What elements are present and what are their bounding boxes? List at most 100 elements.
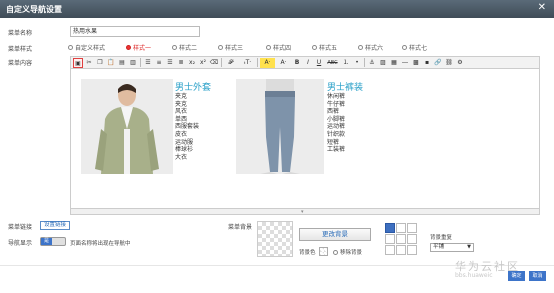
nav-display-toggle[interactable]: 是 [40,237,66,246]
toolbar-divider [140,58,141,67]
link-icon[interactable]: 🔗 [433,58,443,68]
underline-icon[interactable]: U [314,58,324,68]
copy-icon[interactable]: ❐ [95,58,105,68]
bg-position-grid [385,223,418,256]
list-item[interactable]: 大衣 [175,154,199,162]
align-center-icon[interactable]: ≡ [154,58,164,68]
map-icon[interactable]: ▩ [411,58,421,68]
list-item[interactable]: 棒球衫 [175,146,199,154]
image-icon[interactable]: ▨ [378,58,388,68]
style-option[interactable]: 样式六 [358,43,383,52]
list-item[interactable]: 休闲裤 [327,93,345,101]
source-icon[interactable]: ▣ [73,57,83,68]
remove-bg-radio[interactable] [333,249,338,255]
style-option-label: 样式五 [319,45,338,52]
style-option[interactable]: 自定义样式 [68,43,105,52]
anchor-icon[interactable]: ⚓ [367,58,377,68]
menu-content-label: 菜单内容 [8,60,33,67]
bg-repeat-select[interactable]: 平铺 ▼ [430,243,474,252]
superscript-icon[interactable]: x² [198,58,208,68]
style-radio[interactable] [266,45,271,50]
unordered-list-icon[interactable]: • [352,58,362,68]
unlink-icon[interactable]: ⛓ [444,58,454,68]
bg-color-icon[interactable]: A· [260,57,275,68]
bg-position-cell[interactable] [407,245,417,255]
ok-button[interactable]: 确定 [508,271,525,281]
bg-position-cell[interactable] [396,245,406,255]
style-radio[interactable] [312,45,317,50]
subscript-icon[interactable]: x₂ [187,58,197,68]
menu-name-input[interactable]: 热用水果 [70,26,200,37]
close-icon[interactable]: ✕ [538,2,546,13]
list-item[interactable]: 针织款 [327,131,345,139]
paste-text-icon[interactable]: ▤ [117,58,127,68]
list-item[interactable]: 西裤 [327,108,345,116]
bg-position-cell[interactable] [385,223,395,233]
style-radio[interactable] [68,45,73,50]
bg-position-cell[interactable] [385,245,395,255]
list-item[interactable]: 工装裤 [327,146,345,154]
ordered-list-icon[interactable]: ⒈ [341,58,351,68]
bg-position-cell[interactable] [385,234,395,244]
style-radio[interactable] [126,45,131,50]
style-radio[interactable] [218,45,223,50]
style-option[interactable]: 样式七 [402,43,427,52]
paste-icon[interactable]: 📋 [106,58,116,68]
strikethrough-icon[interactable]: ABC [325,58,340,68]
list-item[interactable]: 风衣 [175,108,199,116]
cut-icon[interactable]: ✂ [84,58,94,68]
list-item[interactable]: 夹克 [175,93,199,101]
change-bg-button[interactable]: 更改背景 [299,228,371,241]
style-option[interactable]: 样式三 [218,43,243,52]
set-link-button[interactable]: 设置链接 [40,221,70,230]
list-item[interactable]: 运动裤 [327,123,345,131]
font-size-icon[interactable]: ₜT· [240,58,255,68]
style-radio[interactable] [358,45,363,50]
style-option-label: 样式三 [225,45,244,52]
resize-grip-icon[interactable]: ▾ [301,209,304,215]
hr-icon[interactable]: ― [400,58,410,68]
font-family-icon[interactable]: 𝓕· [224,58,239,68]
bg-position-cell[interactable] [396,223,406,233]
bg-color-label: 背景色 [299,250,316,256]
flash-icon[interactable]: ▪ [422,58,432,68]
bg-repeat-value: 平铺 [433,244,445,250]
bg-preview [257,221,293,257]
jacket-photo [81,79,173,174]
style-option-label: 样式四 [273,45,292,52]
editor-toolbar: ▣ ✂ ❐ 📋 ▤ ▥ ☰ ≡ ☰ ≣ x₂ x² ⌫ 𝓕· ₜT· A· A·… [70,56,540,69]
dialog-title: 自定义导航设置 [6,5,62,14]
align-left-icon[interactable]: ☰ [143,58,153,68]
remove-bg-option[interactable]: 移除背景 [333,248,362,256]
style-option[interactable]: 样式四 [266,43,291,52]
clear-format-icon[interactable]: ⌫ [209,58,219,68]
list-item[interactable]: 西服套装 [175,123,199,131]
menu-bg-label: 菜单背景 [228,224,253,231]
table-icon[interactable]: ▦ [389,58,399,68]
style-option[interactable]: 样式二 [172,43,197,52]
font-color-icon[interactable]: A· [276,58,291,68]
paste-word-icon[interactable]: ▥ [128,58,138,68]
editor-resize-bar[interactable]: ▾ [70,209,540,215]
settings-icon[interactable]: ⚙ [455,58,465,68]
bg-position-cell[interactable] [407,234,417,244]
cancel-button[interactable]: 取消 [529,271,546,281]
bg-position-cell[interactable] [396,234,406,244]
list-item[interactable]: 皮衣 [175,131,199,139]
style-option-label: 样式七 [409,45,428,52]
category-title-pants: 男士裤装 [327,83,364,93]
style-radio[interactable] [402,45,407,50]
style-radio[interactable] [172,45,177,50]
style-option[interactable]: 样式一 [126,43,151,52]
menu-link-label: 菜单链接 [8,224,33,231]
italic-icon[interactable]: I [303,58,313,68]
toggle-state: 是 [41,238,52,245]
bold-icon[interactable]: B [292,58,302,68]
style-option[interactable]: 样式五 [312,43,337,52]
editor-content-area[interactable]: 男士外套 夹克 夹克 风衣 单西 西服套装 皮衣 运动服 棒球衫 大衣 男士裤装… [70,69,540,209]
align-right-icon[interactable]: ☰ [165,58,175,68]
pants-photo [236,79,324,174]
bg-color-swatch[interactable] [319,247,328,256]
bg-position-cell[interactable] [407,223,417,233]
align-justify-icon[interactable]: ≣ [176,58,186,68]
